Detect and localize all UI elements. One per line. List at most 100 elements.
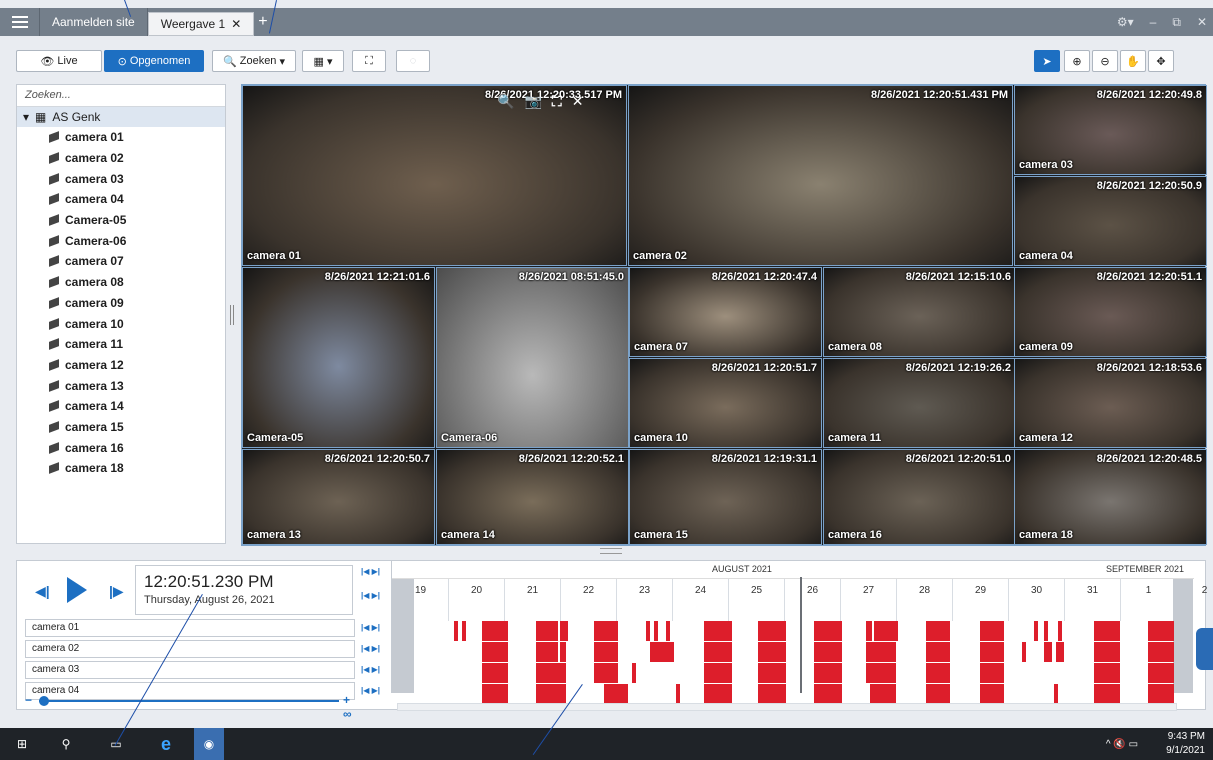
recording-segment[interactable] bbox=[482, 663, 508, 683]
timeline-day[interactable]: 23 bbox=[616, 579, 672, 621]
recording-segment[interactable] bbox=[1094, 684, 1120, 704]
zoom-minus-icon[interactable]: − bbox=[25, 693, 32, 707]
recording-segment[interactable] bbox=[1058, 621, 1062, 641]
timeline-day[interactable]: 22 bbox=[560, 579, 616, 621]
tree-camera-item[interactable]: camera 02 bbox=[17, 148, 225, 169]
recording-segment[interactable] bbox=[646, 621, 650, 641]
timeline-day[interactable]: 30 bbox=[1008, 579, 1064, 621]
video-tile[interactable]: 8/26/2021 12:20:51.0 camera 16 bbox=[823, 449, 1016, 545]
ptz-button[interactable]: ✥ bbox=[1148, 50, 1174, 72]
recording-segment[interactable] bbox=[536, 684, 566, 704]
tree-camera-item[interactable]: camera 10 bbox=[17, 313, 225, 334]
minimize-icon[interactable]: – bbox=[1150, 15, 1157, 29]
add-tab-icon[interactable]: + bbox=[258, 13, 267, 31]
recording-segment[interactable] bbox=[814, 684, 842, 704]
tree-camera-item[interactable]: camera 14 bbox=[17, 396, 225, 417]
fullscreen-button[interactable]: ⛶ bbox=[352, 50, 386, 72]
snapshot-icon[interactable]: 📷 bbox=[524, 93, 541, 110]
video-tile[interactable]: 8/26/2021 12:20:50.9 camera 04 bbox=[1014, 176, 1207, 266]
video-tile[interactable]: 8/26/2021 12:20:48.5 camera 18 bbox=[1014, 449, 1207, 545]
recording-segment[interactable] bbox=[1054, 684, 1058, 704]
video-tile[interactable]: 8/26/2021 12:15:10.6 camera 08 bbox=[823, 267, 1016, 357]
recorded-button[interactable]: ⊙ Opgenomen bbox=[104, 50, 204, 72]
timeline-day[interactable]: 26 bbox=[784, 579, 840, 621]
skip-icon[interactable]: |◀ ▶| bbox=[361, 644, 380, 653]
recording-segment[interactable] bbox=[676, 684, 680, 704]
close-window-icon[interactable]: ✕ bbox=[1197, 15, 1207, 29]
recording-segment[interactable] bbox=[814, 642, 842, 662]
recording-segment[interactable] bbox=[866, 642, 896, 662]
zoom-in-button[interactable]: ⊕ bbox=[1064, 50, 1090, 72]
timeline[interactable]: AUGUST 2021 SEPTEMBER 2021 19 20 21 22 23 24 2… bbox=[391, 561, 1207, 704]
recording-segment[interactable] bbox=[1034, 621, 1038, 641]
tree-camera-item[interactable]: camera 04 bbox=[17, 189, 225, 210]
tab-weergave-1[interactable]: Weergave 1 ✕ bbox=[147, 12, 255, 36]
recording-segment[interactable] bbox=[980, 684, 1004, 704]
video-tile[interactable]: 8/26/2021 12:20:51.1 camera 09 bbox=[1014, 267, 1207, 357]
timeline-zoom-slider[interactable]: − + ∞ bbox=[25, 693, 355, 721]
side-panel-tab[interactable] bbox=[1196, 628, 1213, 670]
recording-segment[interactable] bbox=[758, 642, 786, 662]
recording-segment[interactable] bbox=[704, 663, 732, 683]
recording-segment[interactable] bbox=[454, 621, 458, 641]
video-tile[interactable]: 8/26/2021 12:18:53.6 camera 12 bbox=[1014, 358, 1207, 448]
timeline-day[interactable]: 29 bbox=[952, 579, 1008, 621]
close-tab-icon[interactable]: ✕ bbox=[231, 17, 241, 31]
recording-segment[interactable] bbox=[482, 684, 508, 704]
recording-segment[interactable] bbox=[594, 663, 618, 683]
skip-icon[interactable]: |◀ ▶| bbox=[361, 623, 380, 632]
timeline-camera-row[interactable]: camera 01 bbox=[25, 619, 355, 637]
recording-segment[interactable] bbox=[1044, 621, 1048, 641]
expand-arrow-icon[interactable]: ▾ bbox=[23, 110, 29, 124]
playback-time-box[interactable]: 12:20:51.230 PM Thursday, August 26, 202… bbox=[135, 565, 353, 615]
tree-camera-item[interactable]: camera 15 bbox=[17, 417, 225, 438]
video-tile[interactable]: 8/26/2021 12:19:31.1 camera 15 bbox=[629, 449, 822, 545]
video-tile[interactable]: 8/26/2021 12:20:51.431 PM camera 02 bbox=[628, 85, 1013, 266]
recording-segment[interactable] bbox=[874, 621, 898, 641]
tree-camera-item[interactable]: camera 18 bbox=[17, 458, 225, 479]
search-button[interactable]: 🔍 Zoeken ▾ bbox=[212, 50, 296, 72]
recording-segment[interactable] bbox=[870, 684, 896, 704]
recording-segment[interactable] bbox=[758, 684, 786, 704]
recording-segment[interactable] bbox=[654, 621, 658, 641]
settings-gear-icon[interactable]: ⚙▾ bbox=[1117, 15, 1134, 29]
timeline-cursor[interactable] bbox=[800, 577, 802, 693]
panel-splitter[interactable] bbox=[230, 305, 234, 325]
timeline-day[interactable]: 28 bbox=[896, 579, 952, 621]
recording-segment[interactable] bbox=[482, 621, 508, 641]
recording-segment[interactable] bbox=[604, 684, 628, 704]
refresh-button[interactable]: ◌ bbox=[396, 50, 430, 72]
tree-camera-item[interactable]: camera 09 bbox=[17, 293, 225, 314]
video-tile[interactable]: 8/26/2021 12:20:52.1 camera 14 bbox=[436, 449, 629, 545]
recording-segment[interactable] bbox=[632, 663, 636, 683]
recording-segment[interactable] bbox=[650, 642, 674, 662]
restore-icon[interactable]: ⧉ bbox=[1172, 15, 1181, 30]
timeline-day[interactable]: 21 bbox=[504, 579, 560, 621]
video-tile[interactable]: 8/26/2021 12:19:26.2 camera 11 bbox=[823, 358, 1016, 448]
recording-segment[interactable] bbox=[704, 642, 732, 662]
recording-segment[interactable] bbox=[462, 621, 466, 641]
taskbar-clock[interactable]: 9:43 PM 9/1/2021 bbox=[1166, 730, 1205, 758]
zoom-knob[interactable] bbox=[39, 696, 49, 706]
recording-segment[interactable] bbox=[926, 663, 950, 683]
video-tile[interactable]: 8/26/2021 12:20:51.7 camera 10 bbox=[629, 358, 822, 448]
recording-segment[interactable] bbox=[536, 663, 566, 683]
skip-icon[interactable]: |◀ ▶| bbox=[361, 567, 380, 576]
video-tile[interactable]: 8/26/2021 12:20:50.7 camera 13 bbox=[242, 449, 435, 545]
recording-segment[interactable] bbox=[1056, 642, 1064, 662]
pointer-tool-button[interactable]: ➤ bbox=[1034, 50, 1060, 72]
close-icon[interactable]: ✕ bbox=[572, 93, 584, 110]
menu-button[interactable] bbox=[0, 8, 40, 36]
recording-segment[interactable] bbox=[980, 642, 1004, 662]
tree-root-site[interactable]: ▾ ▦ AS Genk bbox=[17, 107, 225, 127]
tree-camera-item[interactable]: Camera-06 bbox=[17, 230, 225, 251]
recording-segment[interactable] bbox=[1148, 663, 1174, 683]
video-tile[interactable]: 8/26/2021 08:51:45.0 Camera-06 bbox=[436, 267, 629, 448]
video-tile[interactable]: 8/26/2021 12:21:01.6 Camera-05 bbox=[242, 267, 435, 448]
timeline-camera-row[interactable]: camera 02 bbox=[25, 640, 355, 658]
recording-segment[interactable] bbox=[1148, 621, 1174, 641]
recording-segment[interactable] bbox=[482, 642, 508, 662]
recording-segment[interactable] bbox=[560, 621, 568, 641]
layout-button[interactable]: ▦ ▾ bbox=[302, 50, 344, 72]
windows-start-icon[interactable]: ⊞ bbox=[6, 728, 38, 760]
